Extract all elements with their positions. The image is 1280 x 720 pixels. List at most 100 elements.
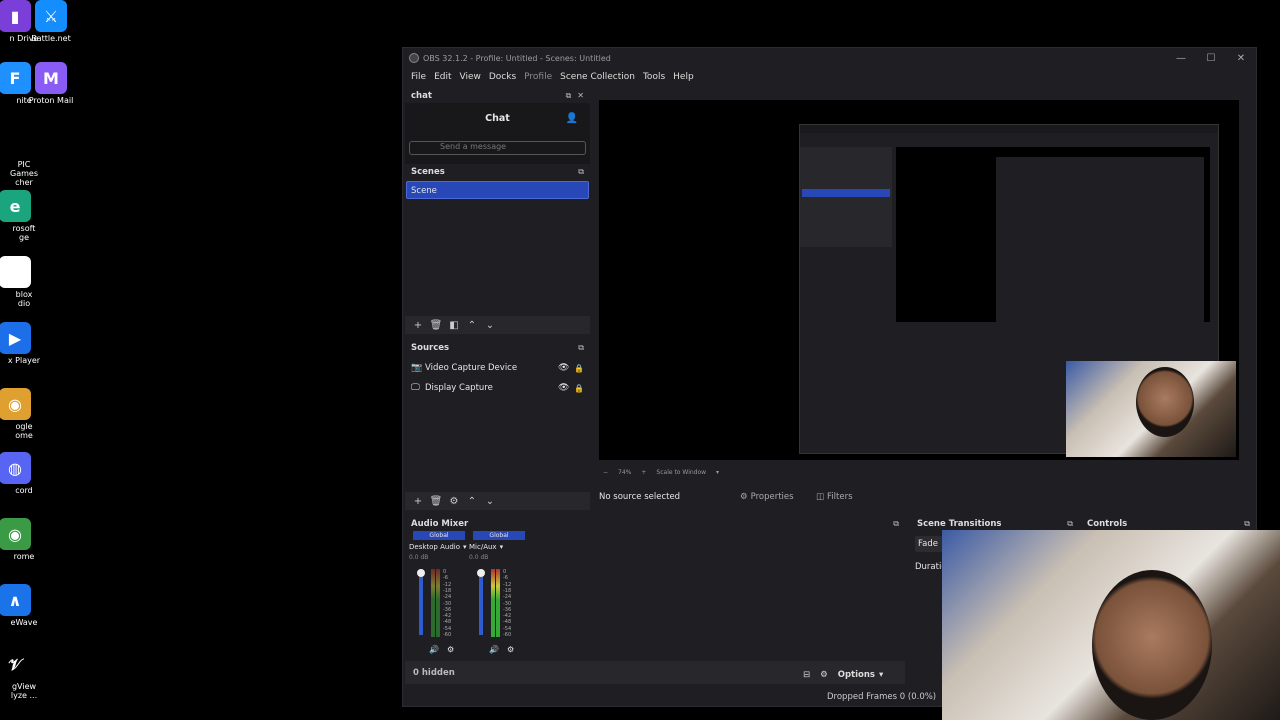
visibility-eye-icon[interactable]: 👁 — [558, 383, 574, 393]
filter-icon[interactable]: ◧ — [447, 320, 461, 331]
volume-db: 0.0 dB — [469, 554, 489, 561]
scenes-dock-header: Scenes ⧉ — [405, 164, 590, 179]
options-label: Options — [837, 670, 875, 680]
undock-icon[interactable]: ⧉ — [578, 167, 584, 177]
remove-source-icon[interactable]: 🗑 — [429, 496, 443, 507]
scale-mode[interactable]: Scale to Window — [656, 469, 706, 476]
global-badge: Global — [473, 531, 525, 540]
meter-tick-label: -60 — [503, 632, 512, 638]
advanced-audio-icon[interactable]: ⚙ — [820, 670, 828, 680]
meter-tick-label: -12 — [443, 581, 452, 588]
chat-message-input[interactable]: Send a message — [409, 141, 586, 155]
app-icon: M — [35, 62, 67, 94]
app-icon: ∧ — [0, 584, 31, 616]
lock-icon[interactable]: 🔒 — [574, 364, 590, 373]
layout-icon[interactable]: ⊟ — [803, 670, 810, 680]
channel-name-select[interactable]: Mic/Aux ▾ — [469, 543, 529, 551]
close-icon[interactable]: ✕ — [577, 91, 584, 101]
volume-slider-track[interactable] — [417, 569, 425, 635]
preview-canvas[interactable] — [599, 100, 1239, 460]
properties-label: Properties — [750, 492, 794, 502]
transition-select[interactable]: Fade — [915, 536, 943, 552]
chat-header: Chat — [485, 113, 510, 124]
volume-slider-track[interactable] — [477, 569, 485, 635]
global-badge: Global — [413, 531, 465, 540]
channel-settings-icon[interactable]: ⚙ — [447, 645, 454, 654]
audio-mixer-header: Audio Mixer ⧉ — [405, 516, 905, 531]
add-scene-icon[interactable]: + — [411, 320, 425, 331]
channel-settings-icon[interactable]: ⚙ — [507, 645, 514, 654]
menu-view[interactable]: View — [456, 72, 485, 82]
desktop-shortcut[interactable]: e rosoft ge — [0, 190, 50, 242]
meter-tick-label: -42 — [503, 613, 512, 620]
meter-tick-label: -24 — [443, 594, 452, 601]
desktop-shortcut[interactable]: 𝒱gView lyze ... — [0, 648, 50, 700]
properties-button[interactable]: ⚙ Properties — [740, 492, 816, 502]
visibility-eye-icon[interactable]: 👁 — [558, 363, 574, 373]
desktop-shortcut-label: PIC Games cher — [10, 160, 38, 187]
undock-icon[interactable]: ⧉ — [578, 343, 584, 353]
chat-users-icon[interactable]: 👤 — [566, 113, 578, 124]
channel-name-select[interactable]: Desktop Audio ▾ — [409, 543, 469, 551]
zoom-out-icon[interactable]: − — [603, 469, 608, 476]
filters-label: Filters — [827, 492, 853, 502]
app-icon: ◍ — [0, 452, 31, 484]
zoom-in-icon[interactable]: + — [641, 469, 646, 476]
move-down-icon[interactable]: ⌄ — [483, 320, 497, 331]
minimize-button[interactable]: — — [1166, 48, 1196, 68]
desktop-shortcut[interactable]: M Proton Mail — [16, 62, 86, 105]
move-up-icon[interactable]: ⌃ — [465, 496, 479, 507]
undock-icon[interactable]: ⧉ — [893, 519, 899, 529]
maximize-button[interactable]: ☐ — [1196, 48, 1226, 68]
menu-scene-collection[interactable]: Scene Collection — [556, 72, 639, 82]
meter-tick-label: 0 — [503, 569, 507, 575]
app-icon: e — [0, 190, 31, 222]
app-icon — [0, 126, 31, 158]
speaker-icon[interactable]: 🔊 — [489, 645, 499, 654]
volume-slider-handle[interactable] — [477, 569, 485, 577]
desktop-shortcut[interactable]: ▶ x Player — [0, 322, 50, 365]
undock-icon[interactable]: ⧉ — [1244, 519, 1250, 529]
menu-help[interactable]: Help — [669, 72, 698, 82]
app-icon: ■ — [0, 256, 31, 288]
move-up-icon[interactable]: ⌃ — [465, 320, 479, 331]
meter-tick-label: -12 — [503, 581, 512, 588]
meter-tick-label: -36 — [443, 606, 452, 613]
menu-file[interactable]: File — [407, 72, 430, 82]
desktop-shortcut-label: ogle ome — [15, 422, 33, 440]
desktop-shortcut[interactable]: ◉ rome — [0, 518, 50, 561]
undock-icon[interactable]: ⧉ — [566, 91, 572, 101]
close-window-button[interactable]: ✕ — [1226, 48, 1256, 68]
desktop-shortcut[interactable]: PIC Games cher — [0, 126, 50, 187]
desktop-shortcut[interactable]: ⚔ Battle.net — [16, 0, 86, 43]
desktop-shortcut[interactable]: ■ blox dio — [0, 256, 50, 308]
desktop-shortcut[interactable]: ◍ cord — [0, 452, 50, 495]
desktop-shortcut-label: blox dio — [15, 290, 33, 308]
move-down-icon[interactable]: ⌄ — [483, 496, 497, 507]
source-item[interactable]: 🖵 Display Capture 👁 🔒 — [405, 378, 590, 398]
filters-button[interactable]: ◫ Filters — [816, 492, 853, 502]
options-button[interactable]: Options ▾ — [838, 670, 884, 680]
source-settings-icon[interactable]: ⚙ — [447, 496, 461, 507]
menu-tools[interactable]: Tools — [639, 72, 669, 82]
zoom-level: 74% — [618, 468, 632, 476]
scene-item[interactable]: Scene — [406, 181, 589, 199]
desktop-shortcut[interactable]: ∧ eWave — [0, 584, 50, 627]
remove-scene-icon[interactable]: 🗑 — [429, 320, 443, 331]
audio-mixer-title: Audio Mixer — [411, 518, 469, 529]
chevron-down-icon[interactable]: ▾ — [716, 469, 719, 476]
gear-icon: ⚙ — [740, 492, 748, 502]
menu-docks[interactable]: Docks — [485, 72, 520, 82]
undock-icon[interactable]: ⧉ — [1067, 519, 1073, 529]
menu-edit[interactable]: Edit — [430, 72, 455, 82]
source-item[interactable]: 📷 Video Capture Device 👁 🔒 — [405, 358, 590, 378]
level-meter — [431, 569, 435, 637]
add-source-icon[interactable]: + — [411, 496, 425, 507]
desktop-shortcut[interactable]: ◉ ogle ome — [0, 388, 50, 440]
volume-slider-handle[interactable] — [417, 569, 425, 577]
speaker-icon[interactable]: 🔊 — [429, 645, 439, 654]
level-meter — [491, 569, 495, 637]
meter-tick-label: 0 — [443, 569, 447, 575]
menu-profile[interactable]: Profile — [520, 72, 556, 82]
lock-icon[interactable]: 🔒 — [574, 384, 590, 393]
